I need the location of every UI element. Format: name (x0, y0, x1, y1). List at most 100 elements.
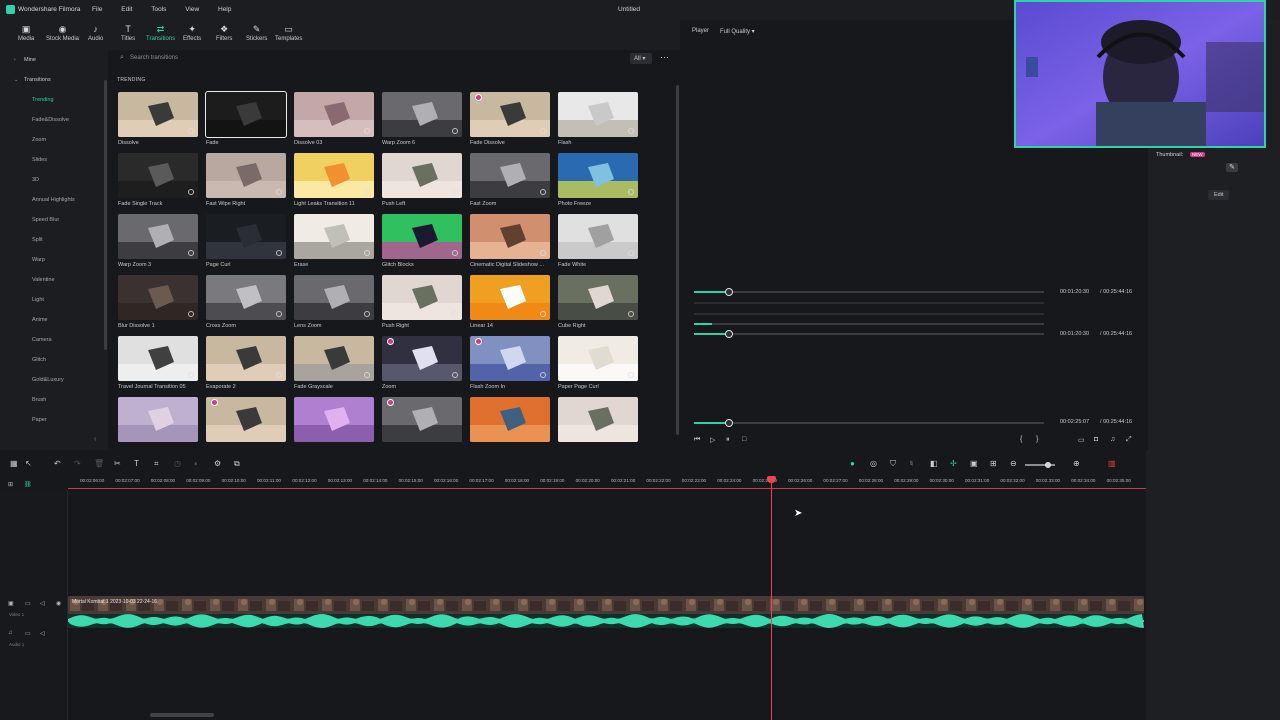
download-icon[interactable] (628, 372, 634, 378)
sidebar-item-speed-blur[interactable]: Speed Blur (32, 217, 59, 223)
display-icon[interactable]: ▭ (1078, 436, 1085, 444)
sidebar-item-glitch[interactable]: Glitch (32, 357, 46, 363)
playback-progress-knob[interactable] (725, 419, 733, 427)
download-icon[interactable] (276, 189, 282, 195)
zoom-out-icon[interactable]: ⊖ (1010, 459, 1017, 468)
sidebar-transitions[interactable]: Transitions (24, 77, 51, 83)
transition-thumbnail[interactable] (206, 397, 286, 442)
playhead[interactable] (771, 478, 772, 720)
menu-view[interactable]: View (185, 6, 199, 13)
transition-thumbnail[interactable] (558, 336, 638, 381)
download-icon[interactable] (540, 128, 546, 134)
transition-thumbnail[interactable] (470, 92, 550, 137)
transition-thumbnail[interactable] (382, 214, 462, 259)
keyframe-slider-2[interactable] (694, 302, 1044, 304)
download-icon[interactable] (540, 372, 546, 378)
transition-thumbnail[interactable] (470, 397, 550, 442)
timeline-ruler[interactable]: 00:02:06:00 00:02:07:00 00:02:08:00 00:02:0… (68, 475, 1146, 489)
sidebar-mine[interactable]: Mine (24, 57, 36, 63)
transition-thumbnail[interactable] (558, 397, 638, 442)
mute-icon[interactable]: ◁ (40, 600, 45, 607)
folder-icon[interactable]: ▭ (25, 600, 31, 607)
add-track-icon[interactable]: ⊞ (8, 481, 13, 488)
tab-transitions[interactable]: ⇄ Transitions (146, 24, 175, 42)
transition-thumbnail[interactable] (294, 275, 374, 320)
menu-file[interactable]: File (92, 6, 102, 13)
filter-dropdown[interactable]: All ▾ (630, 53, 652, 64)
transition-thumbnail[interactable] (206, 153, 286, 198)
playhead-handle[interactable] (767, 476, 776, 483)
transition-thumbnail[interactable] (118, 153, 198, 198)
keyframe-slider-4[interactable] (694, 323, 1044, 325)
timeline-scrollbar[interactable] (150, 713, 214, 717)
content-scrollbar[interactable] (676, 85, 679, 435)
previous-frame-icon[interactable]: ⏮ (694, 436, 700, 444)
stop-icon[interactable]: □ (742, 436, 746, 443)
download-icon[interactable] (452, 128, 458, 134)
keyframe-slider-3[interactable] (694, 313, 1044, 315)
tab-stickers[interactable]: ✎ Stickers (246, 24, 267, 42)
sidebar-item-anime[interactable]: Anime (32, 317, 48, 323)
collapse-panel-icon[interactable]: ‹ (94, 436, 96, 443)
edit-button[interactable]: Edit (1208, 190, 1230, 200)
text-icon[interactable]: T (134, 459, 139, 468)
transition-thumbnail[interactable] (294, 92, 374, 137)
download-icon[interactable] (364, 189, 370, 195)
columns-icon[interactable]: ▥ (1108, 459, 1116, 468)
download-icon[interactable] (188, 311, 194, 317)
edit-pencil-icon[interactable]: ✎ (1226, 163, 1238, 172)
menu-edit[interactable]: Edit (121, 6, 132, 13)
download-icon[interactable] (628, 250, 634, 256)
transition-thumbnail[interactable] (558, 153, 638, 198)
microphone-icon[interactable]: ♮ (910, 459, 913, 468)
menu-tools[interactable]: Tools (151, 6, 166, 13)
volume-icon[interactable]: ♫ (1110, 436, 1115, 443)
transition-thumbnail[interactable] (470, 336, 550, 381)
eye-icon[interactable]: ◉ (56, 600, 61, 607)
tab-titles[interactable]: T Titles (121, 24, 135, 42)
download-icon[interactable] (452, 189, 458, 195)
mark-in-icon[interactable]: { (1020, 436, 1022, 443)
tab-effects[interactable]: ✦ Effects (183, 24, 201, 42)
transition-thumbnail[interactable] (294, 336, 374, 381)
sidebar-item-warp[interactable]: Warp (32, 257, 45, 263)
sidebar-item-valentine[interactable]: Valentine (32, 277, 55, 283)
chevron-down-icon[interactable]: ⌄ (14, 77, 18, 83)
auto-ripple-icon[interactable]: ◧ (930, 459, 938, 468)
delete-icon[interactable]: 🗑 (94, 459, 104, 468)
transition-thumbnail[interactable] (294, 397, 374, 442)
sidebar-item-fade-dissolve[interactable]: Fade&Dissolve (32, 117, 69, 123)
render-icon[interactable]: ● (850, 459, 855, 468)
tab-stock-media[interactable]: ◉ Stock Media (46, 24, 79, 42)
audio-clip[interactable] (68, 614, 1144, 628)
copy-icon[interactable]: ⧉ (234, 459, 240, 469)
download-icon[interactable] (628, 128, 634, 134)
sidebar-item-zoom[interactable]: Zoom (32, 137, 46, 143)
download-icon[interactable] (540, 311, 546, 317)
download-icon[interactable] (276, 250, 282, 256)
search-input[interactable]: Search transitions (130, 55, 178, 61)
sidebar-item-paper[interactable]: Paper (32, 417, 47, 423)
keyframe-slider-knob[interactable] (725, 288, 733, 296)
snap-icon[interactable]: ✢ (950, 459, 957, 468)
transition-thumbnail[interactable] (118, 92, 198, 137)
grid-icon[interactable]: ⊞ (990, 459, 997, 468)
download-icon[interactable] (276, 311, 282, 317)
transition-thumbnail[interactable] (294, 153, 374, 198)
sidebar-item-slides[interactable]: Slides (32, 157, 47, 163)
download-icon[interactable] (628, 311, 634, 317)
link-icon[interactable]: ⛓ (24, 481, 32, 488)
transition-thumbnail[interactable] (118, 214, 198, 259)
play-icon[interactable]: ▷ (710, 436, 715, 444)
crop-icon[interactable]: ⌗ (154, 459, 159, 469)
download-icon[interactable] (188, 372, 194, 378)
sidebar-item-brush[interactable]: Brush (32, 397, 46, 403)
tab-audio[interactable]: ♪ Audio (88, 24, 103, 42)
download-icon[interactable] (276, 372, 282, 378)
audio-mute-icon[interactable]: ◁ (40, 630, 45, 637)
download-icon[interactable] (364, 372, 370, 378)
tab-filters[interactable]: ❖ Filters (216, 24, 232, 42)
download-icon[interactable] (452, 250, 458, 256)
download-icon[interactable] (364, 250, 370, 256)
download-icon[interactable] (540, 250, 546, 256)
